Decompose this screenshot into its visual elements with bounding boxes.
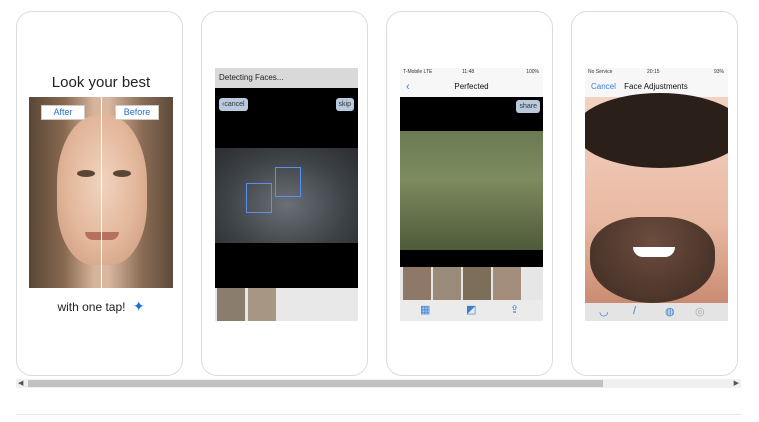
screenshot-card-1[interactable]: Look your best After Before with one tap… xyxy=(16,11,183,376)
screenshot-card-4[interactable]: No Service 20:15 93% Cancel Face Adjustm… xyxy=(571,11,738,376)
horizontal-scrollbar[interactable]: ◀ ▶ xyxy=(16,379,741,388)
face-box-bride xyxy=(246,183,272,213)
after-label: After xyxy=(41,105,85,120)
detecting-status: Detecting Faces... xyxy=(215,68,358,88)
smile xyxy=(633,247,675,257)
screen-3: T-Mobile LTE 11:48 100% ‹ Perfected shar… xyxy=(400,68,543,321)
status-bar: T-Mobile LTE 11:48 100% xyxy=(400,68,543,77)
carrier: T-Mobile LTE xyxy=(403,69,433,75)
screenshot-card-2[interactable]: Detecting Faces... ‹cancel skip xyxy=(201,11,368,376)
screen-2: Detecting Faces... ‹cancel skip xyxy=(215,68,358,321)
compare-divider xyxy=(101,97,102,288)
clock: 11:48 xyxy=(462,69,475,75)
clock: 20:15 xyxy=(647,69,660,75)
scroll-right-arrow-icon[interactable]: ▶ xyxy=(734,379,739,388)
screen-1: Look your best After Before with one tap… xyxy=(29,68,173,321)
cancel-button: Cancel xyxy=(591,82,616,91)
magic-wand-icon: ✦ xyxy=(132,298,145,314)
thumbnail xyxy=(463,267,491,300)
tagline: with one tap! ✦ xyxy=(29,298,173,315)
thumbnail xyxy=(248,288,276,321)
scroll-left-arrow-icon[interactable]: ◀ xyxy=(18,379,23,388)
screen-4: No Service 20:15 93% Cancel Face Adjustm… xyxy=(585,68,728,321)
face-box-groom xyxy=(275,167,301,197)
before-label: Before xyxy=(115,105,159,120)
nav-title: Face Adjustments xyxy=(624,82,688,91)
hair xyxy=(585,93,728,168)
scroll-thumb[interactable] xyxy=(28,380,603,387)
left-eye xyxy=(77,170,95,177)
bottom-toolbar: ▦ ◩ ⇪ xyxy=(400,300,543,321)
couple-photo xyxy=(215,148,358,243)
skip-button: skip xyxy=(335,98,354,111)
battery: 93% xyxy=(713,69,724,75)
right-eye xyxy=(113,170,131,177)
brush-icon: / xyxy=(633,305,637,317)
tooth-icon: ◍ xyxy=(665,306,675,318)
photo-thumbnails xyxy=(215,288,358,321)
battery: 100% xyxy=(526,69,539,75)
carrier: No Service xyxy=(588,69,613,75)
status-bar: No Service 20:15 93% xyxy=(585,68,728,77)
mouth xyxy=(85,232,119,240)
adjustment-toolbar: ◡ / ◍ ◎ xyxy=(585,303,728,321)
nav-title: Perfected xyxy=(454,82,489,91)
thumbnail xyxy=(217,288,245,321)
beard xyxy=(590,217,715,303)
photo-thumbnails xyxy=(400,267,543,300)
face xyxy=(57,115,147,265)
divider xyxy=(16,414,741,415)
edit-icon: ◩ xyxy=(466,304,477,316)
before-after-photo: After Before xyxy=(29,97,173,288)
back-icon: ‹ xyxy=(406,81,410,93)
share-button: share xyxy=(516,100,540,113)
cancel-button: ‹cancel xyxy=(219,98,248,111)
screenshot-card-3[interactable]: T-Mobile LTE 11:48 100% ‹ Perfected shar… xyxy=(386,11,553,376)
perfected-photo xyxy=(400,131,543,250)
grid-icon: ▦ xyxy=(420,304,431,316)
headline: Look your best xyxy=(51,74,151,91)
portrait-photo xyxy=(585,93,728,303)
tagline-text: with one tap! xyxy=(57,300,126,314)
thumbnail xyxy=(403,267,431,300)
lips-icon: ◡ xyxy=(599,306,609,318)
share-icon: ⇪ xyxy=(510,304,520,316)
thumbnail xyxy=(493,267,521,300)
eye-icon: ◎ xyxy=(695,306,705,318)
thumbnail xyxy=(433,267,461,300)
nav-bar: ‹ Perfected xyxy=(400,77,543,97)
